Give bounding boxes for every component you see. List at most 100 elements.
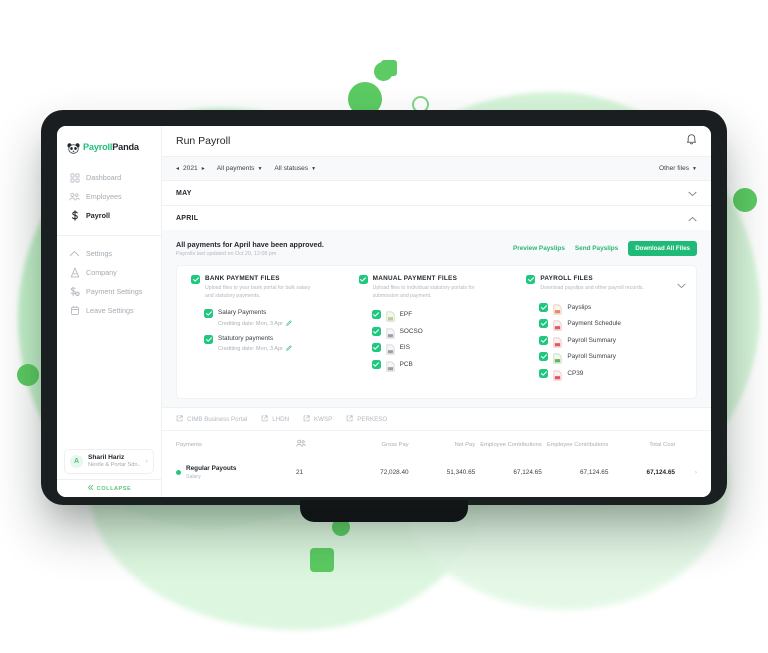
company-building-icon [69,267,80,278]
month-label: APRIL [176,214,199,222]
payments-filter-dropdown[interactable]: All payments ▼ [217,165,263,172]
send-payslips-link[interactable]: Send Payslips [575,245,618,252]
preview-payslips-link[interactable]: Preview Payslips [513,245,565,252]
external-link-icon [346,415,353,424]
sidebar-item-payroll[interactable]: Payroll [57,206,161,225]
list-item[interactable]: Statutory payments Crediting date: Mon, … [204,334,347,353]
pdf-file-icon [553,335,562,348]
item-checkbox[interactable] [371,343,381,353]
portal-link-perkeso[interactable]: PERKESO [346,415,387,424]
year-value: 2021 [183,165,198,172]
panel-bank-payment-files: BANK PAYMENT FILES Upload files to your … [185,275,353,384]
portal-link-kwsp[interactable]: KWSP [303,415,332,424]
item-checkbox[interactable] [539,368,549,378]
list-item[interactable]: Salary Payments Crediting date: Mon, 3 A… [204,309,347,327]
bank-sub-items: Salary Payments Crediting date: Mon, 3 A… [191,309,347,352]
portal-link-lhdn[interactable]: LHDN [261,415,289,424]
file-label: PCB [399,360,413,368]
decor-square-top [381,60,397,76]
prev-year-icon[interactable]: ◂ [176,165,179,172]
decor-dot-right-mid [733,188,757,212]
item-checkbox[interactable] [539,352,549,362]
item-checkbox[interactable] [371,310,381,320]
download-all-files-button[interactable]: Download All Files [628,241,697,256]
panel-header: MANUAL PAYMENT FILES Upload files to ind… [358,275,515,300]
chevron-up-icon[interactable] [688,209,697,227]
item-text: Statutory payments Crediting date: Mon, … [218,335,292,353]
payment-name-cell: Regular Payouts Salary [176,465,296,480]
status-badge [176,470,181,476]
sidebar-item-leave-settings[interactable]: Leave Settings [57,301,161,320]
table-header-row: Payments Gross Pay Net Pay Employee Cont… [162,431,711,459]
panel-checkbox[interactable] [191,275,200,284]
payroll-scroll-area: MAY APRIL All payments for April have be… [162,181,711,497]
panel-description: Download payslips and other payroll reco… [540,284,644,291]
file-label: EIS [399,344,410,352]
panel-description: Upload files to your bank portal for bul… [205,284,311,299]
payroll-file-list: Payslips Payment Schedule Payroll Summar… [526,302,682,381]
payment-name: Regular Payouts [186,465,237,473]
external-portal-links: CIMB Business Portal LHDN KWSP PERKESO [162,407,711,431]
next-year-icon[interactable]: ▸ [202,165,205,172]
other-files-dropdown[interactable]: Other files ▼ [659,165,697,172]
sidebar-item-company[interactable]: Company [57,263,161,282]
payment-type: Salary [186,473,201,480]
notification-bell-icon[interactable] [686,132,697,150]
gross-pay-cell: 72,028.40 [380,469,409,477]
decor-dot-left-mid [17,364,39,386]
list-item[interactable]: EIS [371,342,515,355]
column-header-gross-pay: Gross Pay [381,441,409,448]
list-item[interactable]: Payslips [539,302,682,315]
list-item[interactable]: CP39 [539,368,682,381]
pencil-edit-icon[interactable] [286,345,292,353]
external-link-icon [176,415,183,424]
pdf-file-icon [553,318,562,331]
item-checkbox[interactable] [539,319,549,329]
column-header-payments: Payments [176,441,202,448]
txt-file-icon [386,342,395,355]
sidebar-item-employees[interactable]: Employees [57,187,161,206]
item-checkbox[interactable] [204,334,213,344]
item-checkbox[interactable] [371,326,381,336]
panel-payroll-files: PAYROLL FILES Download payslips and othe… [520,275,688,384]
collapse-sidebar-button[interactable]: COLLAPSE [57,479,161,497]
item-checkbox[interactable] [204,309,213,319]
month-section-may[interactable]: MAY [162,181,711,206]
item-checkbox[interactable] [539,335,549,345]
item-checkbox[interactable] [371,359,381,369]
list-item[interactable]: Payment Schedule [539,318,682,331]
list-item[interactable]: Payroll Summary [539,351,682,364]
year-selector[interactable]: ◂ 2021 ▸ [176,165,205,172]
table-row[interactable]: Regular Payouts Salary 21 72,028.40 51,3… [162,459,711,486]
list-item[interactable]: PCB [371,359,515,372]
list-item[interactable]: Payroll Summary [539,335,682,348]
panel-description: Upload files to individual statutory por… [372,284,475,299]
item-meta: Crediting date: Mon, 3 Apr [218,320,292,328]
file-label: Payslips [567,303,592,311]
sidebar-item-dashboard[interactable]: Dashboard [57,168,161,187]
chevron-down-icon[interactable] [677,276,686,294]
item-checkbox[interactable] [539,302,549,312]
pencil-edit-icon[interactable] [286,320,292,328]
row-chevron-right-icon[interactable]: › [675,469,697,476]
month-section-april[interactable]: APRIL [162,206,711,230]
app-logo[interactable]: PayrollPanda [57,126,161,156]
panel-checkbox[interactable] [358,275,368,284]
file-label: Payment Schedule [567,320,621,328]
chevron-down-icon[interactable] [688,184,697,202]
settings-chevron-icon [69,248,80,259]
statuses-filter-dropdown[interactable]: All statuses ▼ [274,165,316,172]
list-item[interactable]: SOCSO [371,326,515,339]
item-meta: Crediting date: Mon, 3 Apr [218,345,292,353]
portal-label: CIMB Business Portal [187,416,248,424]
sidebar-item-settings[interactable]: Settings [57,244,161,263]
approval-actions: Preview Payslips Send Payslips Download … [513,240,697,256]
payments-filter-label: All payments [216,165,255,172]
sidebar-item-payment-settings[interactable]: Payment Settings [57,282,161,301]
panel-checkbox[interactable] [526,275,536,284]
list-item[interactable]: EPF [371,309,515,322]
sidebar-item-label: Settings [86,249,112,258]
portal-link-cimb[interactable]: CIMB Business Portal [176,415,247,424]
user-account-card[interactable]: A Sharil Hariz Nestle & Portar Sdn.. › [64,448,154,474]
employee-contributions-2-cell: 67,124.65 [579,469,609,477]
